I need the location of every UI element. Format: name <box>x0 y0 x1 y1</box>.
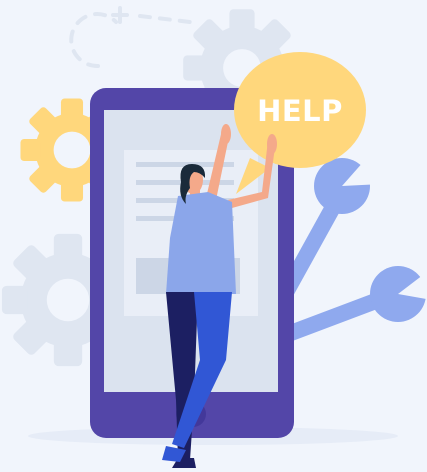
person-hand <box>267 134 277 154</box>
dashed-orbit-icon <box>69 6 192 69</box>
person-hand <box>221 124 231 144</box>
help-text: HELP <box>257 94 343 128</box>
person-shirt <box>166 192 236 294</box>
illustration-canvas: HELP <box>1 6 427 468</box>
help-illustration: HELP <box>0 0 427 472</box>
